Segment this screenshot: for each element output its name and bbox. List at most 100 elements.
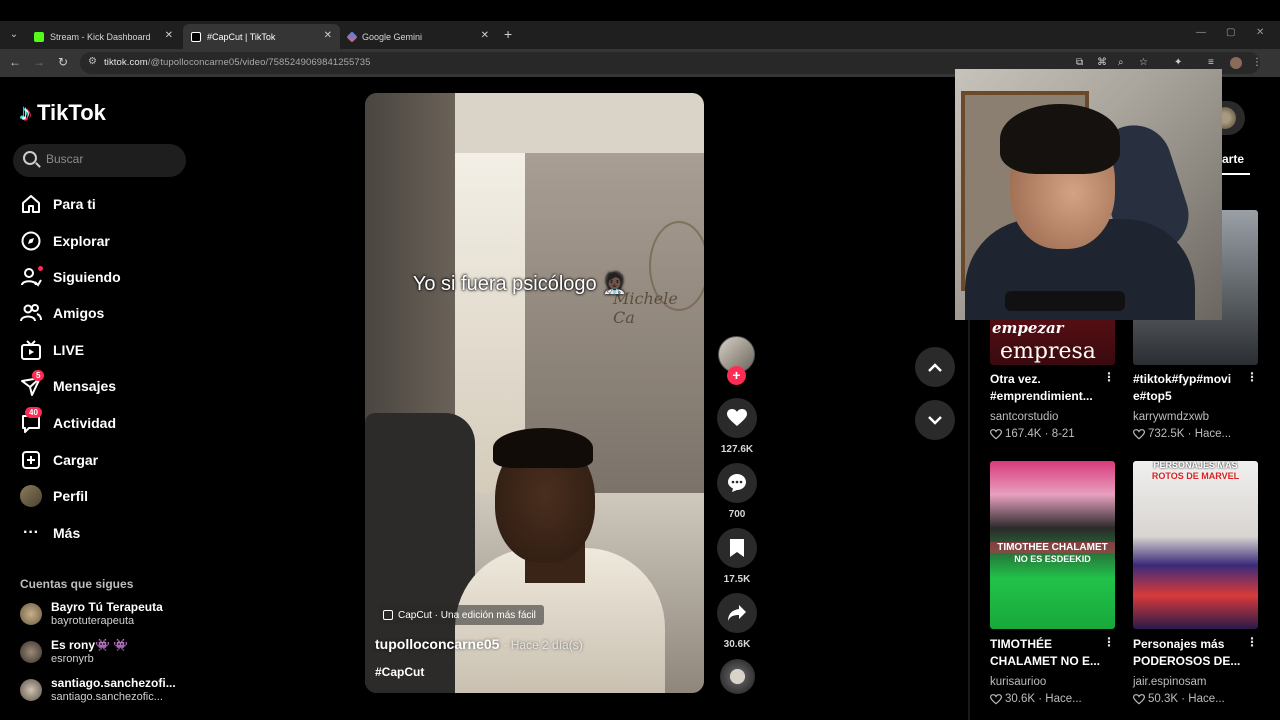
maximize-icon[interactable]: ▢ xyxy=(1226,27,1235,38)
forward-icon[interactable]: → xyxy=(31,55,47,69)
following-name: santiago.sanchezofi... xyxy=(51,676,176,690)
window-close-icon[interactable]: ✕ xyxy=(1256,27,1264,38)
sidebar-item-live[interactable]: LIVE xyxy=(20,338,84,362)
url-text[interactable]: tiktok.com/@tupolloconcarne05/video/7585… xyxy=(104,57,371,68)
right-panel-tab[interactable]: arte xyxy=(1222,152,1244,166)
live-tv-icon xyxy=(20,339,42,361)
previous-video-button[interactable] xyxy=(915,347,955,387)
sidebar-item-label: LIVE xyxy=(53,342,85,358)
profile-avatar-icon[interactable] xyxy=(1230,57,1242,69)
tab-close-icon[interactable]: ✕ xyxy=(165,30,173,41)
share-count: 30.6K xyxy=(723,639,751,650)
heart-outline-icon xyxy=(990,693,1002,704)
card-title[interactable]: TIMOTHÉE CHALAMET NO E... xyxy=(990,636,1100,670)
avatar xyxy=(20,641,42,663)
card-more-icon[interactable]: ⋮ xyxy=(1103,370,1115,384)
comment-count: 700 xyxy=(728,509,746,520)
video-thumbnail[interactable]: TIMOTHEE CHALAMET NO ES ESDEEKID xyxy=(990,461,1115,629)
sidebar-item-actividad[interactable]: 40 Actividad xyxy=(20,407,117,435)
card-title[interactable]: Personajes más PODEROSOS DE... xyxy=(1133,636,1243,670)
card-author[interactable]: santcorstudio xyxy=(990,411,1058,423)
minimize-icon[interactable]: — xyxy=(1196,27,1206,38)
following-item[interactable]: santiago.sanchezofi... santiago.sanchezo… xyxy=(20,676,176,704)
card-date: Hace... xyxy=(1045,693,1082,705)
extensions-icon[interactable]: ✦ xyxy=(1174,57,1182,68)
card-author[interactable]: jair.espinosam xyxy=(1133,676,1207,688)
tab-search-dropdown-icon[interactable]: ⌄ xyxy=(6,27,22,43)
translate-icon[interactable]: ⌘ xyxy=(1097,57,1107,68)
webcam-microphone xyxy=(1005,291,1125,311)
card-stats: 50.3K · Hace... xyxy=(1133,693,1225,705)
thumbnail-text: TIMOTHEE CHALAMET xyxy=(990,542,1115,553)
user-avatar[interactable] xyxy=(1214,101,1245,135)
following-item[interactable]: Es rony👾 👾 esronyrb xyxy=(20,638,128,666)
card-views: 732.5K xyxy=(1148,428,1185,440)
save-button[interactable] xyxy=(717,528,757,568)
video-thumbnail[interactable]: PERSONAJES MÁS ROTOS DE MARVEL xyxy=(1133,461,1258,629)
card-author[interactable]: karrywmdzxwb xyxy=(1133,411,1209,423)
back-icon[interactable]: ← xyxy=(7,55,23,69)
share-button[interactable] xyxy=(717,593,757,633)
card-more-icon[interactable]: ⋮ xyxy=(1246,370,1258,384)
capcut-template-link[interactable]: CapCut · Una edición más fácil xyxy=(379,605,544,625)
search-input[interactable] xyxy=(46,152,176,166)
capcut-icon xyxy=(383,610,393,620)
tab-close-icon[interactable]: ✕ xyxy=(481,30,489,41)
follow-plus-icon[interactable]: + xyxy=(727,366,746,385)
music-disc[interactable] xyxy=(720,659,755,694)
tab-kick-dashboard[interactable]: Stream - Kick Dashboard ✕ xyxy=(26,24,181,49)
card-title[interactable]: Otra vez. #emprendimient... xyxy=(990,371,1100,405)
sidebar-item-mensajes[interactable]: 5 Mensajes xyxy=(20,370,116,398)
home-icon xyxy=(20,193,42,215)
tab-tiktok-capcut[interactable]: #CapCut | TikTok ✕ xyxy=(183,24,340,49)
bookmark-star-icon[interactable]: ☆ xyxy=(1139,57,1148,68)
more-icon: ··· xyxy=(23,524,39,541)
video-author-line[interactable]: tupolloconcarne05 · Hace 2 día(s) xyxy=(375,636,583,652)
new-tab-icon[interactable]: + xyxy=(504,26,512,42)
video-time: · Hace 2 día(s) xyxy=(503,638,583,652)
sidebar-item-label: Para ti xyxy=(53,196,96,212)
sidebar-item-amigos[interactable]: Amigos xyxy=(20,301,104,325)
tab-close-icon[interactable]: ✕ xyxy=(324,30,332,41)
following-item[interactable]: Bayro Tú Terapeuta bayrotuterapeuta xyxy=(20,600,163,628)
sidebar-item-explorar[interactable]: Explorar xyxy=(20,229,110,253)
webcam-overlay xyxy=(955,69,1222,320)
zoom-icon[interactable]: ⌕ xyxy=(1118,57,1124,68)
menu-kebab-icon[interactable]: ⋮ xyxy=(1252,57,1262,68)
messages-badge: 5 xyxy=(32,370,45,381)
video-author[interactable]: tupolloconcarne05 xyxy=(375,636,499,652)
cast-icon[interactable]: ⧉ xyxy=(1076,57,1083,68)
like-button[interactable] xyxy=(717,398,757,438)
card-title[interactable]: #tiktok#fyp#movi e#top5 xyxy=(1133,371,1243,405)
sidebar-item-label: Actividad xyxy=(53,415,117,431)
sidebar-item-para-ti[interactable]: Para ti xyxy=(20,192,96,216)
tiktok-logo-icon: ♪ xyxy=(20,100,31,125)
card-more-icon[interactable]: ⋮ xyxy=(1246,635,1258,649)
card-date: 8-21 xyxy=(1051,428,1075,440)
tab-google-gemini[interactable]: Google Gemini ✕ xyxy=(340,24,497,49)
tiktok-logo[interactable]: ♪ TikTok xyxy=(20,100,106,126)
sidebar-item-perfil[interactable]: Perfil xyxy=(20,484,88,508)
send-icon: 5 xyxy=(20,370,45,397)
card-views: 50.3K xyxy=(1148,693,1179,705)
sidebar-item-siguiendo[interactable]: Siguiendo xyxy=(20,265,121,289)
card-more-icon[interactable]: ⋮ xyxy=(1103,635,1115,649)
video-player[interactable]: Michele Ca Yo si fuera psicólogo 🧑🏿‍⚕️ C… xyxy=(365,93,704,693)
comment-button[interactable] xyxy=(717,463,757,503)
search-icon xyxy=(23,151,37,165)
video-hashtag[interactable]: #CapCut xyxy=(375,665,424,679)
search-box[interactable] xyxy=(13,144,186,177)
next-video-button[interactable] xyxy=(915,400,955,440)
card-views: 167.4K xyxy=(1005,428,1042,440)
upload-icon xyxy=(20,449,42,471)
sidebar-item-mas[interactable]: ··· Más xyxy=(20,521,80,545)
reload-icon[interactable]: ↻ xyxy=(55,55,71,69)
thumbnail-text: empresa xyxy=(1000,339,1096,364)
avatar xyxy=(20,679,42,701)
site-info-icon[interactable]: ⚙ xyxy=(88,56,97,67)
card-author[interactable]: kurisaurioo xyxy=(990,676,1046,688)
reading-list-icon[interactable]: ≡ xyxy=(1208,57,1214,68)
sidebar-item-label: Cargar xyxy=(53,452,99,468)
sidebar-item-cargar[interactable]: Cargar xyxy=(20,448,98,472)
sidebar-item-label: Más xyxy=(53,525,81,541)
